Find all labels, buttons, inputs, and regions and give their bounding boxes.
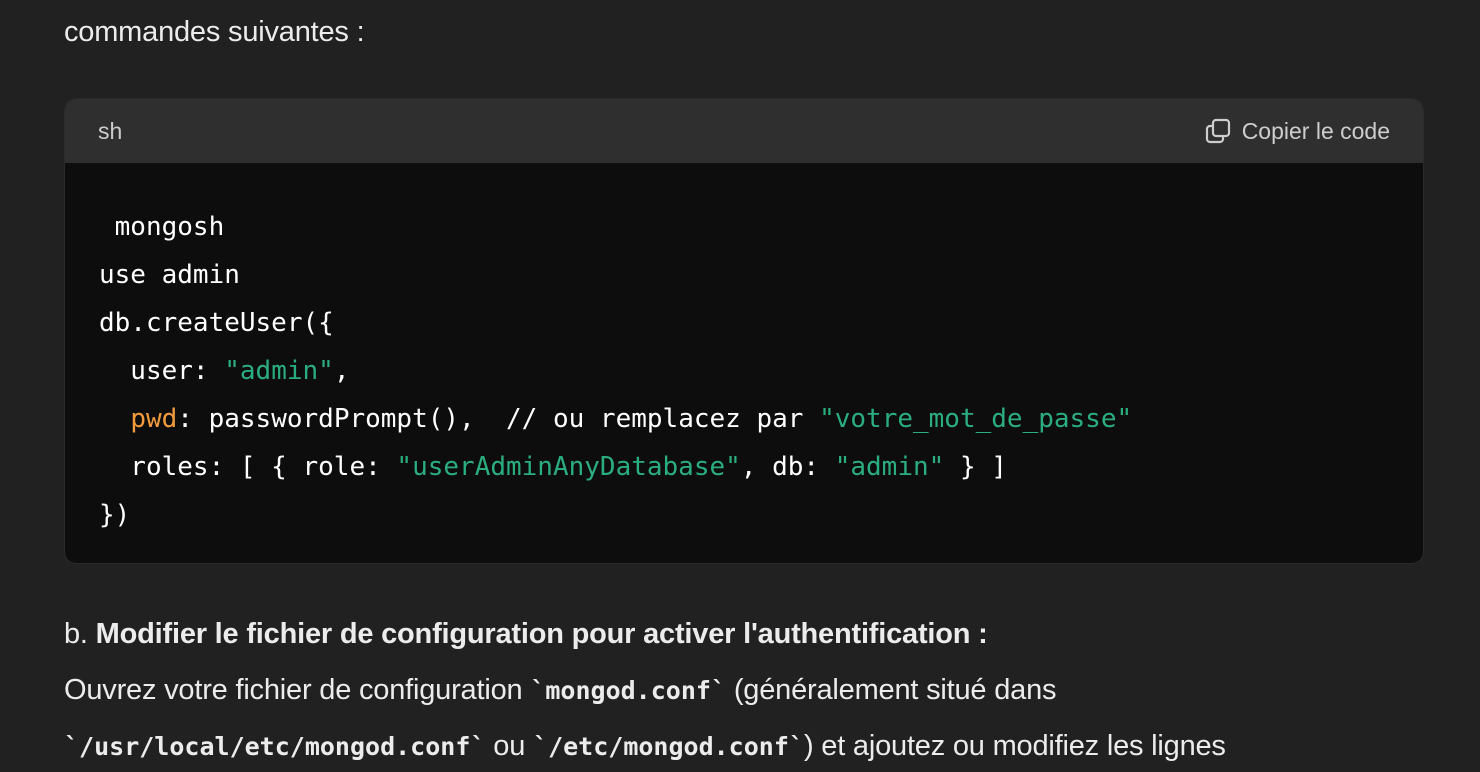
code-token: , db: [740,452,835,482]
code-token: roles: [ { role: [99,452,397,482]
step-paragraph-line-1: Ouvrez votre fichier de configuration `m… [64,670,1057,711]
code-token: "votre_mot_de_passe" [819,404,1133,434]
copy-code-button[interactable]: Copier le code [1204,117,1390,145]
code-content: mongosh use admin db.createUser({ user: "a… [65,163,1423,539]
code-line: pwd: passwordPrompt(), // ou remplacez p… [99,395,1389,443]
inline-code-mongod-conf: `mongod.conf` [530,676,726,705]
code-token: "userAdminAnyDatabase" [396,452,741,482]
paragraph-text: ) et ajoutez ou modifiez les lignes [803,730,1226,762]
code-token: mongosh [99,212,225,242]
code-line: use admin [99,251,1389,299]
step-title: Modifier le fichier de configuration pou… [95,618,988,650]
code-line: user: "admin", [99,347,1389,395]
code-token: use admin [99,260,240,290]
inline-code-etc-path: `/etc/mongod.conf` [533,732,804,761]
copy-icon [1204,117,1232,145]
code-token: db.createUser({ [99,308,334,338]
code-line: roles: [ { role: "userAdminAnyDatabase",… [99,443,1389,491]
paragraph-text: ou [485,730,534,762]
code-token: user: [99,356,225,386]
step-prefix: b. [64,618,96,650]
code-line: mongosh [99,203,1389,251]
code-line: db.createUser({ [99,299,1389,347]
code-token: pwd [130,404,178,434]
code-token: } ] [944,452,1007,482]
code-token: : passwordPrompt(), // ou remplacez par [177,404,820,434]
code-language-label: sh [98,117,123,144]
copy-code-label: Copier le code [1241,117,1390,144]
code-block: sh Copier le code mongosh use admin db.cre… [64,98,1424,564]
code-token: "admin" [224,356,334,386]
code-token: }) [99,500,131,530]
paragraph-text: (généralement situé dans [725,674,1057,706]
code-block-header: sh Copier le code [65,99,1423,163]
paragraph-text: Ouvrez votre fichier de configuration [64,674,531,706]
code-line: }) [99,491,1389,539]
inline-code-usr-local-path: `/usr/local/etc/mongod.conf` [64,732,486,761]
step-paragraph-line-2: `/usr/local/etc/mongod.conf` ou `/etc/mo… [64,726,1226,767]
intro-text: commandes suivantes : [64,16,365,48]
code-token: "admin" [834,452,945,482]
code-token: , [333,356,350,386]
step-heading: b. Modifier le fichier de configuration … [64,614,988,654]
